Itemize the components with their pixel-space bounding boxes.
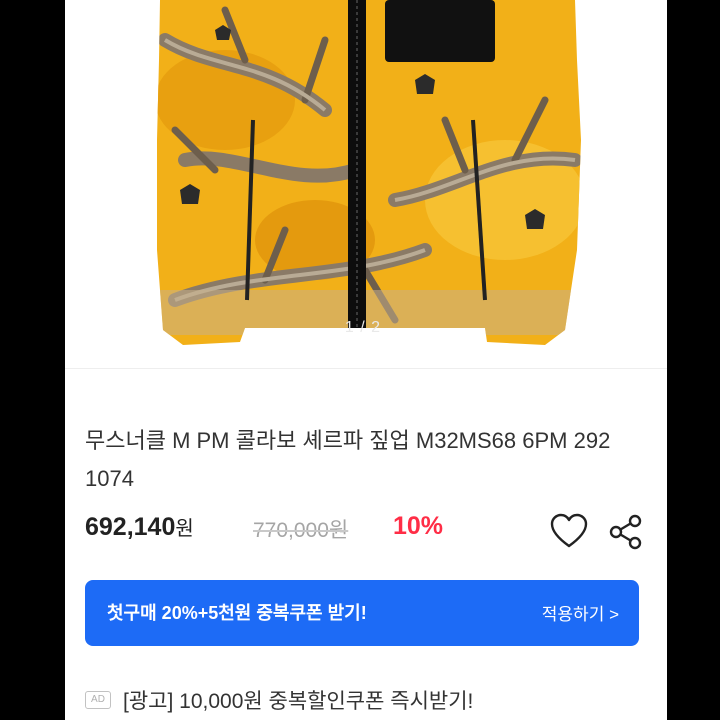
coupon-text: 첫구매 20%+5천원 중복쿠폰 받기! (107, 603, 367, 623)
price-unit: 원 (175, 518, 194, 540)
share-icon[interactable] (607, 513, 645, 551)
coupon-apply-button[interactable]: 적용하기 > (542, 600, 619, 625)
sale-price-value: 692,140 (85, 513, 176, 541)
price-row: 692,140원 770,000원 10% (85, 512, 655, 556)
sale-price: 692,140원 (85, 512, 194, 542)
divider (65, 368, 667, 369)
ad-text[interactable]: [광고] 10,000원 중복할인쿠폰 즉시받기! (123, 685, 473, 715)
coupon-banner[interactable]: 첫구매 20%+5천원 중복쿠폰 받기! 적용하기 > (85, 580, 639, 646)
ad-badge: AD (85, 691, 111, 709)
ad-banner[interactable]: AD [광고] 10,000원 중복할인쿠폰 즉시받기! (85, 684, 655, 714)
product-image[interactable]: 1 / 2 (65, 0, 667, 368)
heart-icon[interactable] (549, 512, 589, 552)
jacket-image (157, 0, 581, 345)
original-price: 770,000원 (253, 519, 349, 542)
discount-rate: 10% (393, 512, 444, 540)
image-pager: 1 / 2 (344, 319, 382, 336)
product-title: 무스너클 M PM 콜라보 셰르파 짚업 M32MS68 6PM 292 107… (85, 428, 611, 491)
product-screen: 1 / 2 무스너클 M PM 콜라보 셰르파 짚업 M32MS68 6PM 2… (65, 0, 667, 720)
